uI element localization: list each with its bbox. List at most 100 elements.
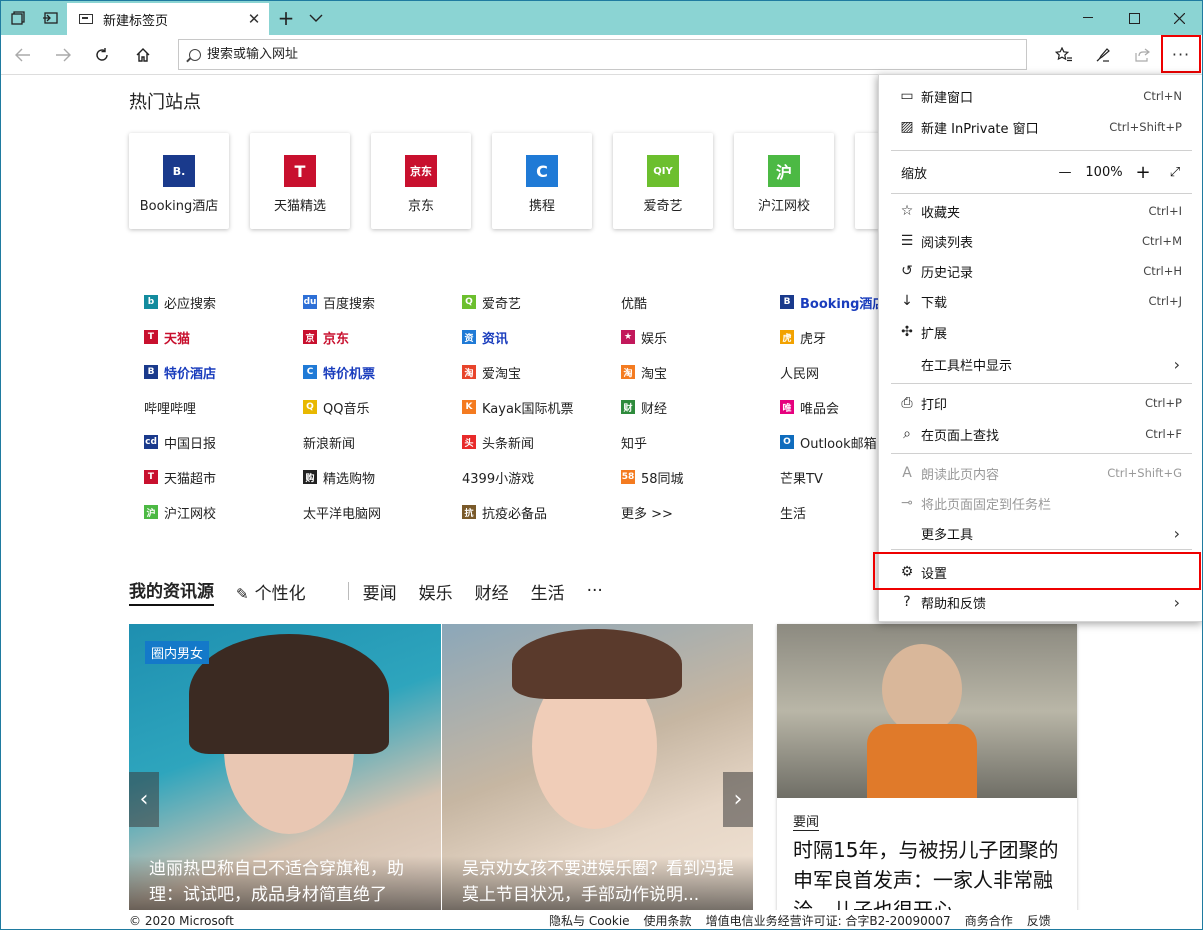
- quick-link[interactable]: C 特价机票: [303, 362, 375, 382]
- close-window-icon[interactable]: [1156, 1, 1202, 35]
- hot-site-tile[interactable]: 京东 京东: [371, 133, 471, 229]
- quick-link[interactable]: 唯唯品会: [780, 397, 839, 417]
- quick-link[interactable]: 人民网: [780, 362, 819, 382]
- quick-link[interactable]: 淘淘宝: [621, 362, 667, 382]
- menu-item-read-aloud[interactable]: A 朗读此页内容 Ctrl+Shift+G: [879, 458, 1202, 488]
- quick-link[interactable]: Q 爱奇艺: [462, 292, 521, 312]
- feed-tab-entertainment[interactable]: 娱乐: [419, 579, 453, 604]
- menu-item-extensions[interactable]: ✣ 扩展: [879, 317, 1202, 347]
- address-input[interactable]: [207, 47, 1026, 62]
- hot-site-tile[interactable]: [855, 133, 879, 229]
- quick-link[interactable]: 芒果TV: [780, 467, 823, 487]
- menu-item-submenu-12[interactable]: 更多工具 ›: [879, 518, 1202, 548]
- feed-tab-more[interactable]: ···: [587, 581, 603, 601]
- tab-new-tab[interactable]: 新建标签页 ✕: [67, 3, 269, 35]
- footer-link-privacy[interactable]: 隐私与 Cookie: [549, 912, 630, 929]
- feed-tab-finance[interactable]: 财经: [475, 579, 509, 604]
- quick-link[interactable]: 淘爱淘宝: [462, 362, 521, 382]
- minimize-icon[interactable]: [1065, 1, 1111, 35]
- menu-item-favorites[interactable]: ☆ 收藏夹 Ctrl+I: [879, 196, 1202, 226]
- footer-link-business[interactable]: 商务合作: [965, 912, 1013, 929]
- feed-tab-life[interactable]: 生活: [531, 579, 565, 604]
- quick-link[interactable]: 知乎: [621, 432, 647, 452]
- quick-link[interactable]: B 特价酒店: [144, 362, 216, 382]
- menu-item-find[interactable]: ⌕ 在页面上查找 Ctrl+F: [879, 419, 1202, 449]
- hot-site-tile[interactable]: C 携程: [492, 133, 592, 229]
- home-icon[interactable]: [123, 35, 163, 75]
- hot-site-tile[interactable]: T 天猫精选: [250, 133, 350, 229]
- hot-site-tile[interactable]: QIY 爱奇艺: [613, 133, 713, 229]
- zoom-out-icon[interactable]: —: [1050, 165, 1080, 180]
- menu-item-help[interactable]: ? 帮助和反馈 ›: [879, 587, 1202, 617]
- zoom-in-icon[interactable]: +: [1128, 162, 1158, 183]
- web-note-pen-icon[interactable]: [1083, 35, 1123, 75]
- footer-link-terms[interactable]: 使用条款: [644, 912, 692, 929]
- forward-icon[interactable]: [43, 35, 83, 75]
- quick-link[interactable]: 财财经: [621, 397, 667, 417]
- new-tab-icon[interactable]: +: [271, 1, 301, 35]
- quick-link[interactable]: T 天猫: [144, 327, 190, 347]
- news-card[interactable]: 圈内男女 ‹ 迪丽热巴称自己不适合穿旗袍，助理：试试吧，成品身材简直绝了: [129, 624, 441, 914]
- share-icon[interactable]: [1122, 35, 1162, 75]
- quick-link[interactable]: du 百度搜索: [303, 292, 375, 312]
- menu-item-pin[interactable]: ⊸ 将此页面固定到任务栏: [879, 488, 1202, 518]
- carousel-next-icon[interactable]: ›: [723, 772, 753, 827]
- quick-link[interactable]: 优酷: [621, 292, 647, 312]
- quick-link[interactable]: 哔哩哔哩: [144, 397, 196, 417]
- back-icon[interactable]: [3, 35, 43, 75]
- settings-and-more-button[interactable]: ···: [1161, 35, 1201, 73]
- menu-item-window[interactable]: ▭ 新建窗口 Ctrl+N: [879, 81, 1202, 111]
- quick-link[interactable]: O Outlook邮箱: [780, 432, 877, 452]
- hot-site-tile[interactable]: B. Booking酒店: [129, 133, 229, 229]
- hot-site-tile[interactable]: 沪沪江网校: [734, 133, 834, 229]
- quick-link[interactable]: b 必应搜索: [144, 292, 216, 312]
- add-favorite-star-icon[interactable]: [1044, 35, 1084, 75]
- quick-link[interactable]: 抗抗疫必备品: [462, 502, 547, 522]
- maximize-icon[interactable]: [1111, 1, 1157, 35]
- quick-link[interactable]: 京京东: [303, 327, 349, 347]
- quick-link[interactable]: 沪沪江网校: [144, 502, 216, 522]
- quick-link[interactable]: Q QQ音乐: [303, 397, 369, 417]
- quick-link[interactable]: cd 中国日报: [144, 432, 216, 452]
- address-bar[interactable]: [178, 39, 1027, 70]
- tab-preview-chevron-down-icon[interactable]: [301, 1, 331, 35]
- menu-item-submenu-7[interactable]: 在工具栏中显示 ›: [879, 349, 1202, 379]
- menu-item-download[interactable]: ↓ 下载 Ctrl+J: [879, 286, 1202, 316]
- quick-link[interactable]: 更多 >>: [621, 502, 673, 522]
- set-aside-tabs-icon[interactable]: [35, 1, 65, 35]
- close-tab-icon[interactable]: ✕: [239, 10, 269, 28]
- settings-highlight: [873, 552, 1201, 590]
- menu-item-history[interactable]: ↺ 历史记录 Ctrl+H: [879, 256, 1202, 286]
- quick-link[interactable]: 生活: [780, 502, 806, 522]
- hot-site-label: 爱奇艺: [643, 199, 683, 214]
- quick-link[interactable]: 太平洋电脑网: [303, 502, 381, 522]
- menu-item-print[interactable]: ⎙ 打印 Ctrl+P: [879, 388, 1202, 418]
- quick-link[interactable]: 58 58同城: [621, 467, 684, 487]
- footer-link-license[interactable]: 增值电信业务经营许可证: 合字B2-20090007: [706, 912, 951, 929]
- quick-link[interactable]: 虎虎牙: [780, 327, 826, 347]
- menu-item-inprivate[interactable]: ▨ 新建 InPrivate 窗口 Ctrl+Shift+P: [879, 112, 1202, 142]
- tab-actions-icon[interactable]: [3, 1, 33, 35]
- fullscreen-icon[interactable]: ⤢: [1158, 165, 1192, 180]
- site-favicon-icon: Q: [303, 400, 317, 414]
- news-card[interactable]: 要闻 时隔15年，与被拐儿子团聚的申军良首发声：一家人非常融洽，儿子也很开心: [777, 624, 1077, 914]
- quick-link[interactable]: K Kayak国际机票: [462, 397, 573, 417]
- footer-link-feedback[interactable]: 反馈: [1027, 912, 1051, 929]
- refresh-icon[interactable]: [82, 35, 122, 75]
- news-card[interactable]: › 吴京劝女孩不要进娱乐圈？看到冯提莫上节目状况，手部动作说明...: [442, 624, 753, 914]
- carousel-prev-icon[interactable]: ‹: [129, 772, 159, 827]
- quick-link[interactable]: B Booking酒店: [780, 292, 885, 312]
- feed-tab-personalize[interactable]: ✎ 个性化: [236, 579, 328, 604]
- quick-link[interactable]: T 天猫超市: [144, 467, 216, 487]
- quick-link[interactable]: 新浪新闻: [303, 432, 355, 452]
- menu-item-label: 收藏夹: [921, 205, 961, 221]
- print-icon: ⎙: [901, 395, 913, 411]
- feed-tab-top-news[interactable]: 要闻: [363, 579, 397, 604]
- quick-link[interactable]: 头头条新闻: [462, 432, 534, 452]
- quick-link[interactable]: 资资讯: [462, 327, 508, 347]
- menu-item-reading-list[interactable]: ☰ 阅读列表 Ctrl+M: [879, 226, 1202, 256]
- quick-link[interactable]: 购精选购物: [303, 467, 375, 487]
- quick-link[interactable]: 4399小游戏: [462, 467, 534, 487]
- feed-tab-my-sources[interactable]: 我的资讯源: [129, 577, 214, 606]
- quick-link[interactable]: ★ 娱乐: [621, 327, 667, 347]
